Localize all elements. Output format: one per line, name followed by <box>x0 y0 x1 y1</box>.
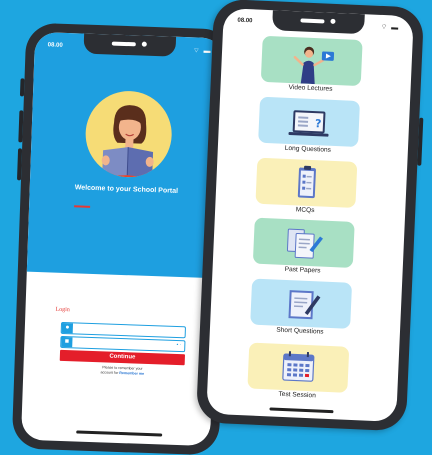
video-lecture-icon <box>293 46 335 85</box>
continue-button[interactable]: Continue <box>59 349 186 366</box>
status-time: 08.00 <box>47 42 63 49</box>
long-questions-tile: ? <box>258 96 361 148</box>
menu-item-video-lectures[interactable]: Video Lectures <box>260 35 363 94</box>
notch <box>272 10 365 35</box>
lock-icon: ■ <box>61 336 73 348</box>
home-indicator <box>76 430 163 437</box>
menu-screen: 08.00 ⌔ ▬ Video Lectures ? Long Question… <box>206 8 414 422</box>
notch <box>82 33 176 57</box>
login-title: Login <box>55 306 70 314</box>
long-questions-icon: ? <box>288 110 329 137</box>
mcqs-tile <box>255 157 358 208</box>
footer-text-2: account for <box>100 370 119 375</box>
mcqs-icon <box>297 165 316 199</box>
menu-item-short-questions[interactable]: Short Questions <box>250 278 353 337</box>
wifi-battery-icon: ⌔ ▬ <box>192 47 212 55</box>
mute-switch <box>19 78 25 97</box>
menu-item-test-session[interactable]: Test Session <box>247 342 350 400</box>
user-icon: ● <box>61 322 74 334</box>
past-papers-tile <box>252 217 355 268</box>
footer-note: Please to remember your account for Reme… <box>79 365 165 378</box>
wifi-battery-icon: ⌔ ▬ <box>380 23 400 32</box>
video-lecture-tile <box>260 35 363 87</box>
svg-text:?: ? <box>315 117 322 130</box>
home-indicator <box>269 407 334 414</box>
menu-phone: 08.00 ⌔ ▬ Video Lectures ? Long Question… <box>195 0 425 432</box>
show-password-icon[interactable]: • · <box>176 342 181 348</box>
side-button <box>417 117 424 166</box>
volume-down-button <box>16 148 23 181</box>
short-questions-icon <box>288 290 321 320</box>
login-screen: 08.00 ⌔ ▬ Welcome to your School Portal … <box>20 31 225 447</box>
menu-item-past-papers[interactable]: Past Papers <box>252 217 355 276</box>
volume-up-button <box>18 110 24 143</box>
past-papers-icon <box>286 228 323 259</box>
username-value <box>76 325 167 328</box>
password-value <box>75 339 166 342</box>
menu-item-long-questions[interactable]: ? Long Questions <box>258 96 361 155</box>
test-session-icon <box>282 351 315 382</box>
test-session-tile <box>247 342 350 393</box>
menu-item-mcqs[interactable]: MCQs <box>255 157 358 216</box>
short-questions-tile <box>250 278 353 329</box>
remember-me-link[interactable]: Remember me <box>119 371 144 376</box>
status-time: 08.00 <box>237 17 253 25</box>
